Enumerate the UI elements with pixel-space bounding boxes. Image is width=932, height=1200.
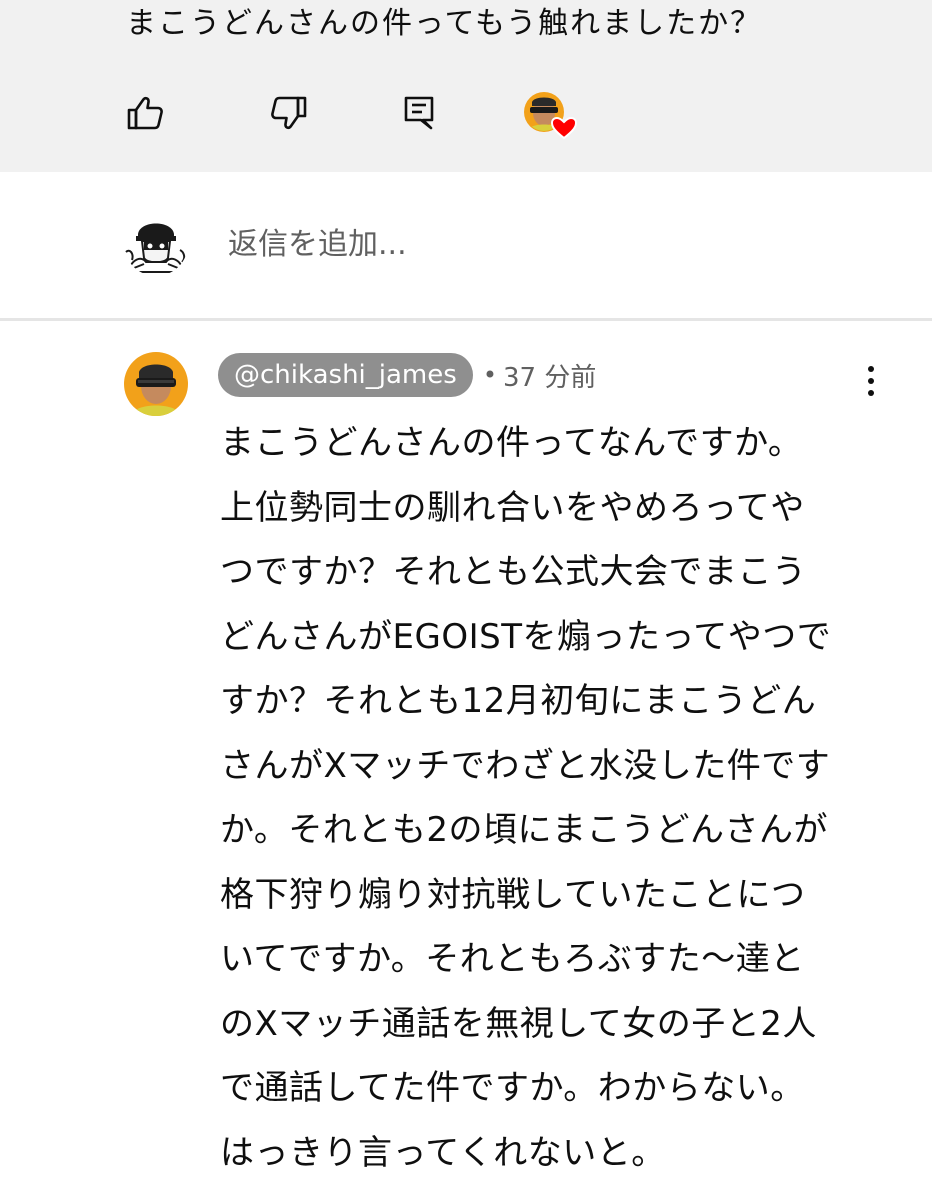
comment-line: 格下狩り煽り対抗戦していたことにつ bbox=[220, 874, 806, 915]
comment-line: どんさんがEGOISTを煽ったってやつで bbox=[220, 616, 832, 657]
comment-line: すか？それとも12月初旬にまこうどん bbox=[220, 681, 817, 721]
reply-composer bbox=[0, 172, 932, 320]
reply-comment-icon bbox=[404, 96, 434, 130]
comment-line: 上位勢同士の馴れ合いをやめろってや bbox=[220, 487, 805, 528]
creator-heart bbox=[520, 92, 580, 140]
comment-line: はっきり言ってくれないと。 bbox=[220, 1132, 666, 1173]
channel-handle[interactable]: @chikashi_james bbox=[218, 353, 473, 397]
thumbs-up-icon bbox=[127, 96, 163, 130]
reply-input[interactable] bbox=[228, 218, 848, 270]
manga-character-avatar-icon bbox=[124, 212, 188, 276]
parent-comment: まこうどんさんの件ってもう触れましたか？ bbox=[0, 0, 932, 172]
parent-comment-text: まこうどんさんの件ってもう触れましたか？ bbox=[126, 6, 763, 41]
comment-thread-item: @chikashi_james • 37 分前 まこうどんさんの件ってなんですか… bbox=[0, 321, 932, 1200]
reply-button[interactable] bbox=[398, 92, 440, 134]
person-with-visor-avatar-icon bbox=[124, 352, 188, 416]
more-options-button[interactable] bbox=[856, 359, 886, 403]
more-vertical-icon bbox=[868, 366, 874, 372]
current-user-avatar[interactable] bbox=[124, 212, 188, 276]
comment-line: つですか？それとも公式大会でまこう bbox=[220, 552, 807, 592]
like-button[interactable] bbox=[124, 92, 166, 134]
comment-header: @chikashi_james • 37 分前 bbox=[218, 353, 596, 397]
comment-timestamp[interactable]: 37 分前 bbox=[503, 357, 596, 394]
comment-line: で通話してた件ですか。わからない。 bbox=[220, 1068, 805, 1108]
thumbs-down-icon bbox=[271, 96, 307, 130]
comment-line: いてですか。それともろぶすた～達と bbox=[220, 939, 805, 979]
comment-line: のXマッチ通話を無視して女の子と2人 bbox=[220, 1003, 817, 1044]
comment-text: まこうどんさんの件ってなんですか。 上位勢同士の馴れ合いをやめろってや つですか… bbox=[220, 411, 880, 1185]
comment-line: さんがXマッチでわざと水没した件です bbox=[220, 745, 831, 786]
commenter-avatar[interactable] bbox=[124, 352, 188, 416]
comment-line: か。それとも2の頃にまこうどんさんが bbox=[220, 810, 828, 850]
comment-line: まこうどんさんの件ってなんですか。 bbox=[220, 423, 803, 463]
separator-dot: • bbox=[482, 361, 497, 389]
dislike-button[interactable] bbox=[268, 92, 310, 134]
creator-heart-icon bbox=[524, 92, 578, 140]
